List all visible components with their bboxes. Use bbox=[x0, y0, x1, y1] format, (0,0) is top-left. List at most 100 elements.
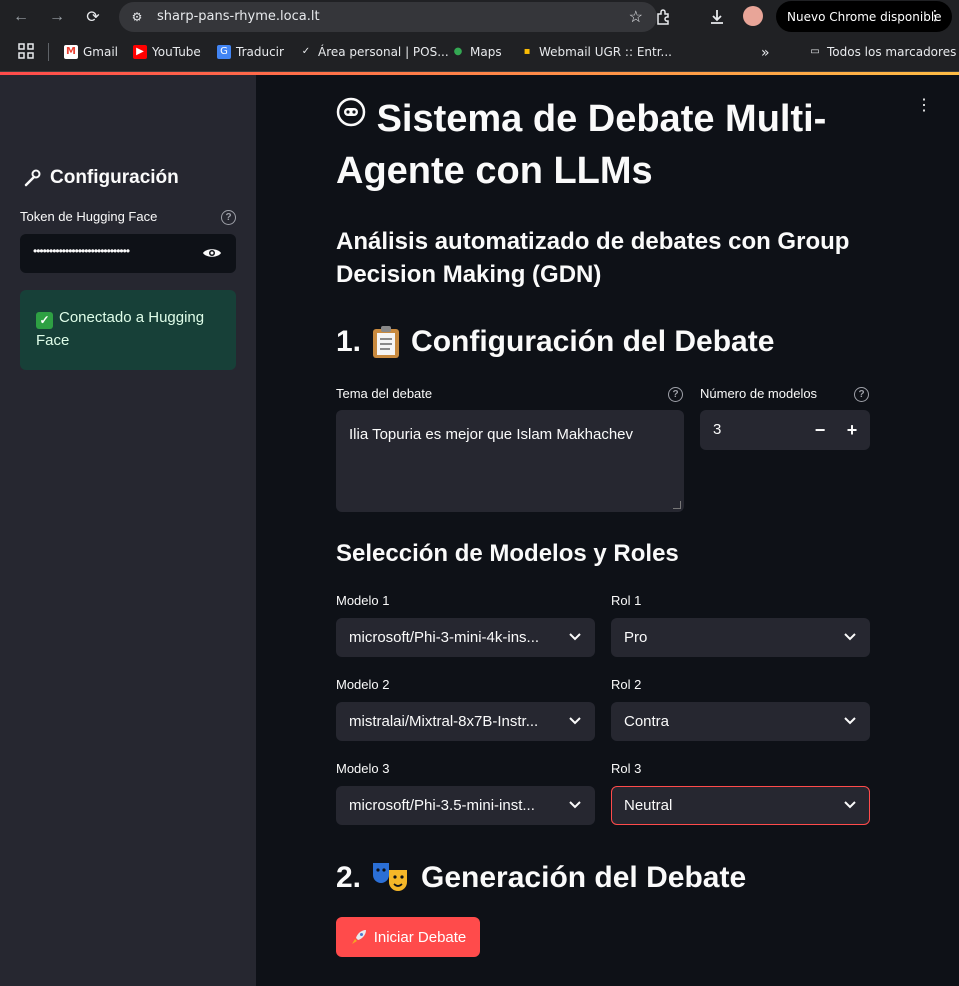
bookmark-label: YouTube bbox=[152, 45, 201, 59]
chevron-down-icon bbox=[569, 801, 581, 809]
wrench-icon bbox=[22, 168, 42, 188]
model-2-value: mistralai/Mixtral-8x7B-Instr... bbox=[349, 713, 539, 730]
clipboard-icon bbox=[371, 325, 401, 359]
page-title-text: Sistema de Debate Multi-Agente con LLMs bbox=[336, 98, 827, 192]
success-alert: ✓ Conectado a Hugging Face bbox=[20, 290, 236, 370]
profile-avatar[interactable] bbox=[743, 6, 763, 26]
model-2-select[interactable]: mistralai/Mixtral-8x7B-Instr... bbox=[336, 702, 595, 741]
bookmark-separator bbox=[48, 43, 49, 61]
help-icon[interactable]: ? bbox=[221, 210, 236, 225]
extensions-icon[interactable] bbox=[652, 5, 676, 29]
sidebar-title-text: Configuración bbox=[50, 167, 179, 188]
bookmark-label: Área personal | POS... bbox=[318, 45, 449, 59]
role-3-select[interactable]: Neutral bbox=[611, 786, 870, 825]
role-1-select[interactable]: Pro bbox=[611, 618, 870, 657]
start-debate-label: Iniciar Debate bbox=[373, 928, 467, 946]
rocket-icon bbox=[350, 928, 368, 946]
num-models-value: 3 bbox=[713, 421, 722, 438]
main-content: ⋮ Sistema de Debate Multi-Agente con LLM… bbox=[256, 75, 959, 986]
topic-value: Ilia Topuria es mejor que Islam Makhache… bbox=[349, 426, 634, 443]
role-1-value: Pro bbox=[624, 629, 648, 646]
sidebar: Configuración Token de Hugging Face ? ••… bbox=[0, 75, 256, 986]
chevron-down-icon bbox=[844, 717, 856, 725]
chevron-down-icon bbox=[844, 801, 856, 809]
role-2-value: Contra bbox=[624, 713, 670, 730]
translate-icon: G bbox=[217, 45, 231, 59]
model-3-label: Modelo 3 bbox=[336, 761, 390, 776]
model-1-select[interactable]: microsoft/Phi-3-mini-4k-ins... bbox=[336, 618, 595, 657]
bookmark-label: Maps bbox=[470, 45, 502, 59]
role-2-label: Rol 2 bbox=[611, 677, 642, 692]
moodle-icon: ✓ bbox=[301, 46, 311, 57]
help-icon[interactable]: ? bbox=[668, 387, 683, 402]
update-label: Nuevo Chrome disponible bbox=[787, 9, 942, 24]
bookmark-moodle[interactable]: ✓ Área personal | POS... bbox=[299, 45, 449, 59]
section-config-heading: 1. Configuración del Debate bbox=[336, 325, 774, 359]
success-text: Conectado a Hugging Face bbox=[36, 309, 205, 349]
topic-textarea[interactable]: Ilia Topuria es mejor que Islam Makhache… bbox=[336, 410, 684, 512]
role-2-select[interactable]: Contra bbox=[611, 702, 870, 741]
token-label: Token de Hugging Face bbox=[20, 209, 158, 224]
decrement-button[interactable]: − bbox=[808, 418, 832, 442]
resize-handle[interactable] bbox=[673, 501, 681, 509]
webmail-icon: ▪ bbox=[523, 46, 531, 57]
address-bar[interactable]: ⚙ sharp-pans-rhyme.loca.lt ☆ bbox=[119, 2, 657, 32]
num-models-stepper[interactable]: 3 − + bbox=[700, 410, 870, 450]
role-3-value: Neutral bbox=[624, 797, 673, 814]
num-models-label: Número de modelos bbox=[700, 386, 818, 401]
help-icon[interactable]: ? bbox=[854, 387, 869, 402]
folder-icon: ▭ bbox=[810, 46, 820, 57]
robot-icon bbox=[336, 97, 366, 127]
check-icon: ✓ bbox=[36, 312, 53, 329]
theater-masks-icon bbox=[371, 860, 411, 896]
apps-grid-icon[interactable] bbox=[18, 43, 34, 59]
topic-label: Tema del debate bbox=[336, 386, 433, 401]
increment-button[interactable]: + bbox=[840, 418, 864, 442]
model-2-label: Modelo 2 bbox=[336, 677, 390, 692]
bookmark-label: Todos los marcadores bbox=[827, 45, 957, 59]
maps-icon: ● bbox=[453, 46, 463, 57]
models-heading: Selección de Modelos y Roles bbox=[336, 540, 679, 567]
bookmark-label: Webmail UGR :: Entr... bbox=[539, 45, 672, 59]
bookmark-gmail[interactable]: M Gmail bbox=[64, 45, 118, 59]
bookmarks-bar: M Gmail ▶ YouTube G Traducir ✓ Área pers… bbox=[0, 34, 959, 72]
page-title: Sistema de Debate Multi-Agente con LLMs bbox=[336, 93, 896, 197]
bookmark-maps[interactable]: ● Maps bbox=[451, 45, 502, 59]
start-debate-button[interactable]: Iniciar Debate bbox=[336, 917, 480, 957]
section-number: 2. bbox=[336, 861, 362, 894]
chevron-down-icon bbox=[569, 717, 581, 725]
bookmark-webmail[interactable]: ▪ Webmail UGR :: Entr... bbox=[520, 45, 672, 59]
gmail-icon: M bbox=[64, 45, 78, 59]
chevron-down-icon bbox=[844, 633, 856, 641]
bookmark-youtube[interactable]: ▶ YouTube bbox=[133, 45, 201, 59]
model-3-value: microsoft/Phi-3.5-mini-inst... bbox=[349, 797, 535, 814]
back-icon[interactable]: ← bbox=[9, 5, 33, 29]
sidebar-title: Configuración bbox=[22, 167, 179, 189]
download-icon[interactable] bbox=[705, 5, 729, 29]
site-settings-icon[interactable]: ⚙ bbox=[129, 9, 145, 25]
role-3-label: Rol 3 bbox=[611, 761, 642, 776]
bookmark-star-icon[interactable]: ☆ bbox=[629, 7, 643, 27]
section-generation-heading: 2. Generación del Debate bbox=[336, 860, 746, 896]
token-input[interactable]: •••••••••••••••••••••••••••••• bbox=[20, 234, 236, 273]
reload-icon[interactable]: ⟳ bbox=[81, 5, 105, 29]
all-bookmarks-folder[interactable]: ▭ Todos los marcadores bbox=[808, 45, 956, 59]
browser-toolbar: ← → ⟳ ⚙ sharp-pans-rhyme.loca.lt ☆ Nuevo… bbox=[0, 0, 959, 34]
menu-kebab-icon[interactable]: ⋮ bbox=[928, 8, 942, 24]
youtube-icon: ▶ bbox=[133, 45, 147, 59]
section-number: 1. bbox=[336, 325, 362, 358]
eye-icon[interactable] bbox=[202, 243, 222, 263]
model-3-select[interactable]: microsoft/Phi-3.5-mini-inst... bbox=[336, 786, 595, 825]
app-menu-icon[interactable]: ⋮ bbox=[916, 95, 932, 115]
model-1-value: microsoft/Phi-3-mini-4k-ins... bbox=[349, 629, 540, 646]
model-1-label: Modelo 1 bbox=[336, 593, 390, 608]
bookmark-translate[interactable]: G Traducir bbox=[217, 45, 284, 59]
page-subtitle: Análisis automatizado de debates con Gro… bbox=[336, 228, 850, 288]
bookmark-label: Gmail bbox=[83, 45, 119, 59]
section-config-text: Configuración del Debate bbox=[411, 325, 775, 358]
update-chrome-button[interactable]: Nuevo Chrome disponible ⋮ bbox=[776, 1, 952, 32]
chevron-down-icon bbox=[569, 633, 581, 641]
url-text: sharp-pans-rhyme.loca.lt bbox=[157, 9, 320, 24]
more-bookmarks-icon[interactable]: » bbox=[761, 45, 770, 61]
forward-icon[interactable]: → bbox=[45, 5, 69, 29]
